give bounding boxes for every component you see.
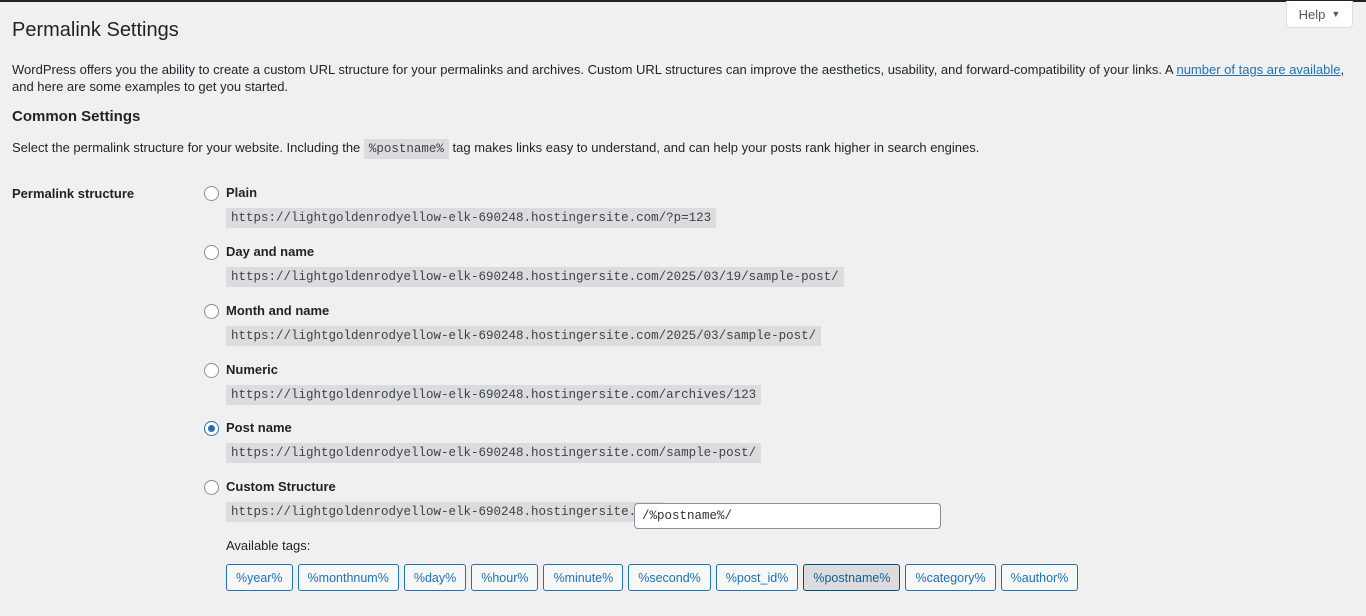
- tag-button[interactable]: %post_id%: [716, 564, 799, 591]
- option-label[interactable]: Plain: [226, 185, 257, 200]
- intro-before: WordPress offers you the ability to crea…: [12, 62, 1176, 77]
- option-label[interactable]: Day and name: [226, 244, 314, 259]
- help-label: Help: [1299, 7, 1326, 22]
- option-example-url: https://lightgoldenrodyellow-elk-690248.…: [226, 208, 716, 228]
- intro-text: WordPress offers you the ability to crea…: [12, 61, 1357, 95]
- tag-button[interactable]: %minute%: [543, 564, 623, 591]
- desc-before: Select the permalink structure for your …: [12, 140, 364, 155]
- option-example-url: https://lightgoldenrodyellow-elk-690248.…: [226, 502, 664, 522]
- tags-link[interactable]: number of tags are available: [1176, 62, 1340, 77]
- radio-button[interactable]: [204, 304, 219, 319]
- help-button[interactable]: Help ▼: [1286, 1, 1353, 28]
- option-label[interactable]: Post name: [226, 420, 292, 435]
- admin-top-bar: [0, 0, 1366, 2]
- caret-down-icon: ▼: [1331, 9, 1340, 19]
- permalink-structure-label: Permalink structure: [12, 186, 134, 201]
- option-label[interactable]: Custom Structure: [226, 479, 336, 494]
- custom-structure-input[interactable]: [634, 503, 941, 529]
- option-label[interactable]: Month and name: [226, 303, 329, 318]
- option-example-url: https://lightgoldenrodyellow-elk-690248.…: [226, 326, 821, 346]
- radio-button[interactable]: [204, 363, 219, 378]
- option-label[interactable]: Numeric: [226, 362, 278, 377]
- tag-button[interactable]: %second%: [628, 564, 711, 591]
- tag-button[interactable]: %year%: [226, 564, 293, 591]
- available-tags-label: Available tags:: [226, 538, 310, 553]
- radio-button[interactable]: [204, 186, 219, 201]
- available-tags: %year%%monthnum%%day%%hour%%minute%%seco…: [226, 564, 1078, 591]
- tag-button[interactable]: %day%: [404, 564, 466, 591]
- common-settings-heading: Common Settings: [12, 108, 140, 125]
- tag-button[interactable]: %category%: [905, 564, 995, 591]
- option-example-url: https://lightgoldenrodyellow-elk-690248.…: [226, 443, 761, 463]
- tag-button[interactable]: %author%: [1001, 564, 1079, 591]
- tag-button[interactable]: %monthnum%: [298, 564, 399, 591]
- option-example-url: https://lightgoldenrodyellow-elk-690248.…: [226, 385, 761, 405]
- page-title: Permalink Settings: [12, 19, 179, 42]
- tag-button[interactable]: %postname%: [803, 564, 900, 591]
- common-settings-description: Select the permalink structure for your …: [12, 139, 979, 158]
- tag-button[interactable]: %hour%: [471, 564, 538, 591]
- desc-after: tag makes links easy to understand, and …: [449, 140, 979, 155]
- postname-code: %postname%: [364, 139, 449, 159]
- radio-button[interactable]: [204, 421, 219, 436]
- radio-button[interactable]: [204, 480, 219, 495]
- radio-button[interactable]: [204, 245, 219, 260]
- option-example-url: https://lightgoldenrodyellow-elk-690248.…: [226, 267, 844, 287]
